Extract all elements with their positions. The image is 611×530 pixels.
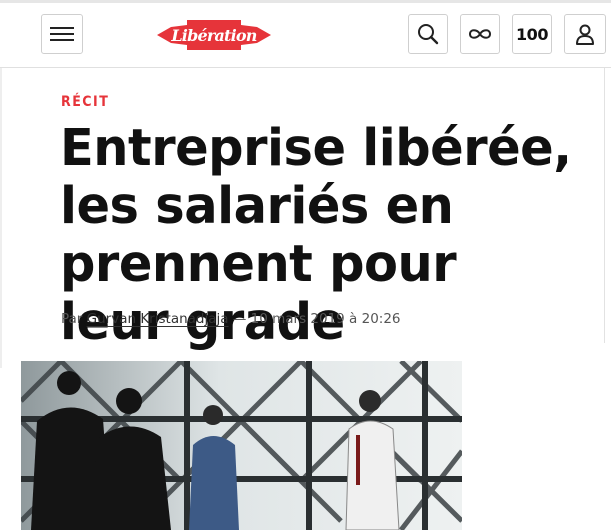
liberation-logo[interactable]: Libération [157, 15, 271, 55]
account-button[interactable] [564, 14, 606, 54]
hundred-label: 100 [516, 24, 548, 44]
user-icon [576, 24, 594, 45]
photo-illustration [21, 361, 462, 530]
menu-button[interactable] [41, 14, 83, 54]
byline-separator: — [228, 311, 251, 327]
search-icon [418, 24, 439, 45]
hundred-button[interactable]: 100 [512, 14, 552, 54]
article-byline: Par Gurvan Kristanadjaja — 10 mars 2019 … [61, 311, 401, 327]
logo-text: Libération [171, 25, 257, 45]
site-header: Libération 100 [0, 3, 611, 68]
author-link[interactable]: Gurvan Kristanadjaja [87, 311, 229, 327]
infinity-button[interactable] [460, 14, 500, 54]
article-photo [21, 361, 462, 530]
search-button[interactable] [408, 14, 448, 54]
left-divider [0, 68, 2, 368]
infinity-icon [468, 29, 492, 39]
menu-icon [50, 27, 74, 41]
article-kicker[interactable]: RÉCIT [61, 94, 109, 110]
byline-prefix: Par [61, 311, 83, 327]
publish-date: 10 mars 2019 à 20:26 [250, 311, 401, 327]
right-panel-edge [604, 68, 611, 343]
